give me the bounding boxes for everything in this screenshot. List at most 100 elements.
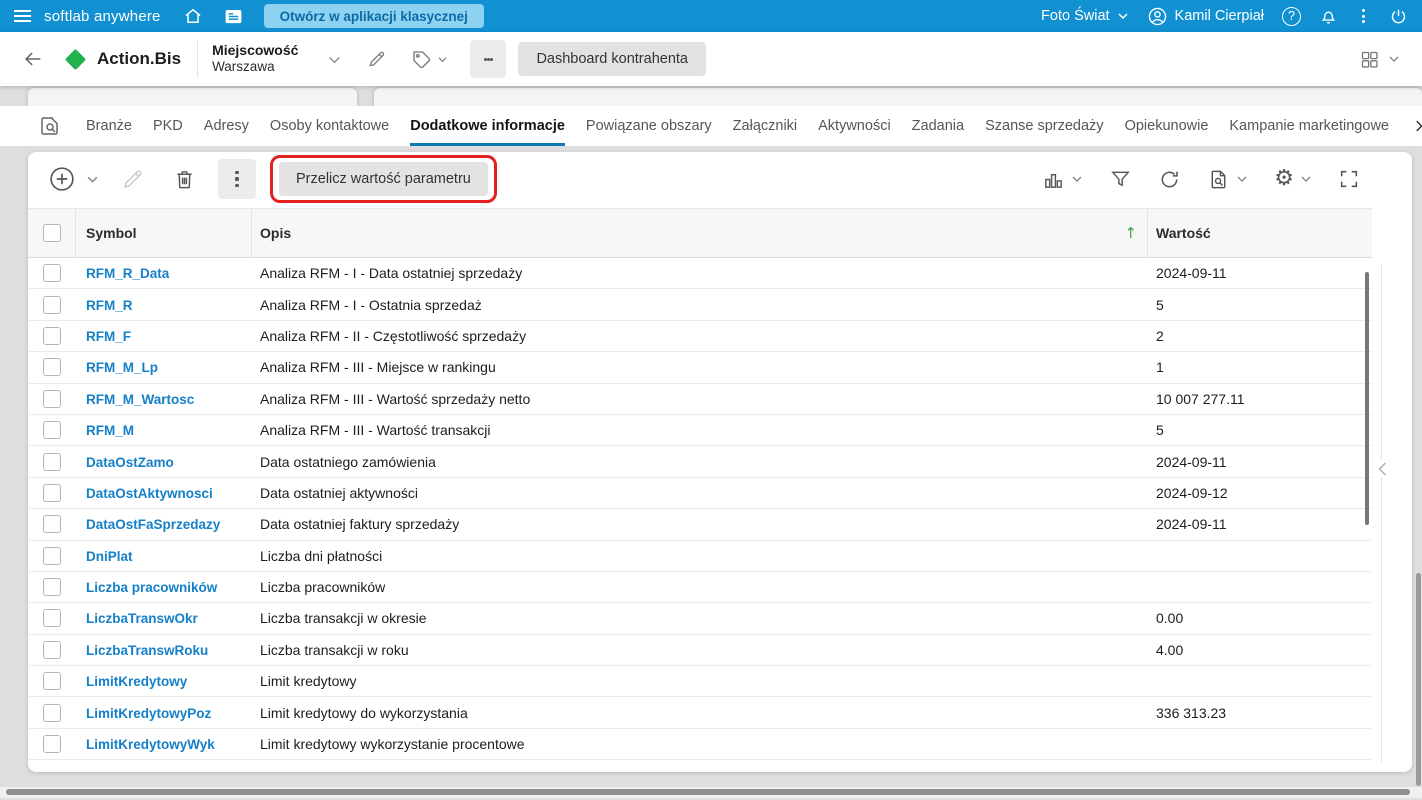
- row-checkbox[interactable]: [43, 672, 61, 691]
- delete-trash-icon[interactable]: [173, 168, 196, 191]
- header-more-menu-button[interactable]: [470, 40, 507, 78]
- collapse-panel-chevron-left-icon[interactable]: [1374, 460, 1390, 478]
- news-article-icon[interactable]: [223, 6, 244, 27]
- dashboard-kontrahenta-button[interactable]: Dashboard kontrahenta: [518, 42, 706, 76]
- tab-item[interactable]: Zadania: [912, 106, 964, 146]
- row-checkbox[interactable]: [43, 515, 61, 534]
- recalc-parameter-button[interactable]: Przelicz wartość parametru: [279, 162, 488, 196]
- select-all-checkbox[interactable]: [42, 224, 61, 242]
- tab-item[interactable]: Kampanie marketingowe: [1229, 106, 1389, 146]
- refresh-button[interactable]: [1158, 168, 1181, 191]
- row-checkbox[interactable]: [43, 546, 61, 565]
- table-row[interactable]: LimitKredytowy Limit kredytowy: [28, 666, 1372, 698]
- table-row[interactable]: LiczbaTranswOkr Liczba transakcji w okre…: [28, 603, 1372, 635]
- row-checkbox[interactable]: [43, 609, 61, 628]
- table-row[interactable]: RFM_M Analiza RFM - III - Wartość transa…: [28, 414, 1372, 447]
- tabs-overflow-chevron-right-icon[interactable]: [1410, 117, 1422, 135]
- edit-record-pencil-icon[interactable]: [121, 167, 145, 191]
- row-checkbox[interactable]: [43, 578, 61, 597]
- symbol-link[interactable]: LimitKredytowyWyk: [86, 737, 215, 752]
- symbol-link[interactable]: LimitKredytowy: [86, 674, 187, 689]
- power-logout-icon[interactable]: [1389, 7, 1408, 26]
- row-checkbox[interactable]: [43, 421, 61, 440]
- expand-chevron-down-icon[interactable]: [326, 51, 343, 68]
- row-checkbox[interactable]: [43, 264, 61, 283]
- row-checkbox[interactable]: [43, 452, 61, 471]
- topbar-more-menu-icon[interactable]: [1356, 7, 1371, 25]
- grid-settings-button[interactable]: ⚙: [1274, 168, 1312, 190]
- row-checkbox[interactable]: [43, 735, 61, 754]
- help-icon[interactable]: ?: [1282, 6, 1301, 26]
- table-row[interactable]: RFM_M_Wartosc Analiza RFM - III - Wartoś…: [28, 383, 1372, 415]
- tab-item[interactable]: Szanse sprzedaży: [985, 106, 1103, 146]
- row-checkbox[interactable]: [43, 389, 61, 408]
- symbol-link[interactable]: LimitKredytowyPoz: [86, 706, 211, 721]
- search-in-tabs-icon[interactable]: [38, 114, 62, 138]
- page-horizontal-scrollbar[interactable]: [0, 787, 1422, 798]
- symbol-link[interactable]: RFM_R_Data: [86, 266, 169, 281]
- tab-item[interactable]: Osoby kontaktowe: [270, 106, 389, 146]
- sort-ascending-icon[interactable]: ↑: [1124, 224, 1137, 242]
- row-checkbox[interactable]: [43, 358, 61, 377]
- edit-pencil-icon[interactable]: [367, 49, 387, 69]
- table-row[interactable]: LimitKredytowyWyk Limit kredytowy wykorz…: [28, 728, 1372, 761]
- table-row[interactable]: DniPlat Liczba dni płatności: [28, 540, 1372, 572]
- table-row[interactable]: RFM_F Analiza RFM - II - Częstotliwość s…: [28, 320, 1372, 353]
- row-checkbox[interactable]: [43, 640, 61, 659]
- notifications-bell-icon[interactable]: [1319, 7, 1338, 26]
- symbol-link[interactable]: RFM_M_Lp: [86, 360, 158, 375]
- symbol-link[interactable]: RFM_F: [86, 329, 131, 344]
- add-record-chevron-down-icon[interactable]: [86, 173, 99, 186]
- symbol-link[interactable]: RFM_R: [86, 298, 133, 313]
- tab-item[interactable]: Załączniki: [733, 106, 797, 146]
- symbol-link[interactable]: DataOstFaSprzedazy: [86, 517, 220, 532]
- column-header-symbol[interactable]: Symbol: [76, 209, 252, 257]
- tags-button[interactable]: [411, 49, 448, 70]
- symbol-link[interactable]: LiczbaTranswRoku: [86, 643, 208, 658]
- symbol-link[interactable]: DataOstZamo: [86, 455, 174, 470]
- tab-item[interactable]: Dodatkowe informacje: [410, 106, 565, 146]
- table-row[interactable]: RFM_M_Lp Analiza RFM - III - Miejsce w r…: [28, 352, 1372, 384]
- grid-more-menu-button[interactable]: [218, 159, 256, 199]
- symbol-link[interactable]: DataOstAktywnosci: [86, 486, 213, 501]
- symbol-link[interactable]: Liczba pracowników: [86, 580, 217, 595]
- table-row[interactable]: DataOstFaSprzedazy Data ostatniej faktur…: [28, 509, 1372, 541]
- tab-item[interactable]: Adresy: [204, 106, 249, 146]
- tab-item[interactable]: Aktywności: [818, 106, 891, 146]
- row-checkbox[interactable]: [43, 295, 61, 314]
- report-preview-button[interactable]: [1207, 168, 1248, 191]
- row-checkbox[interactable]: [43, 703, 61, 722]
- table-row[interactable]: LimitKredytowyPoz Limit kredytowy do wyk…: [28, 697, 1372, 729]
- chart-view-button[interactable]: [1042, 168, 1083, 191]
- table-row[interactable]: RFM_R Analiza RFM - I - Ostatnia sprzeda…: [28, 289, 1372, 321]
- symbol-link[interactable]: DniPlat: [86, 549, 133, 564]
- table-vertical-scrollbar[interactable]: [1365, 272, 1369, 525]
- symbol-link[interactable]: LiczbaTranswOkr: [86, 611, 198, 626]
- column-header-wartosc[interactable]: Wartość: [1148, 209, 1372, 257]
- filter-button[interactable]: [1109, 168, 1132, 191]
- back-arrow-icon[interactable]: [22, 48, 44, 70]
- open-classic-app-button[interactable]: Otwórz w aplikacji klasycznej: [263, 4, 484, 28]
- tab-item[interactable]: Opiekunowie: [1125, 106, 1209, 146]
- table-row[interactable]: RFM_R_Data Analiza RFM - I - Data ostatn…: [28, 258, 1372, 290]
- company-selector[interactable]: Foto Świat: [1041, 8, 1129, 24]
- home-icon[interactable]: [183, 6, 203, 26]
- user-menu[interactable]: Kamil Cierpiał: [1147, 6, 1264, 27]
- row-checkbox[interactable]: [43, 483, 61, 502]
- table-row[interactable]: DataOstZamo Data ostatniego zamówienia 2…: [28, 446, 1372, 478]
- fullscreen-button[interactable]: [1338, 168, 1360, 190]
- page-horizontal-scrollbar-thumb[interactable]: [6, 789, 1410, 795]
- hamburger-menu-icon[interactable]: [14, 10, 31, 22]
- tab-item[interactable]: PKD: [153, 106, 183, 146]
- table-row[interactable]: DataOstAktywnosci Data ostatniej aktywno…: [28, 477, 1372, 510]
- layout-switcher[interactable]: [1359, 49, 1400, 70]
- row-checkbox[interactable]: [43, 326, 61, 345]
- tab-item[interactable]: Powiązane obszary: [586, 106, 712, 146]
- table-row[interactable]: LiczbaTranswRoku Liczba transakcji w rok…: [28, 634, 1372, 667]
- column-header-opis[interactable]: Opis ↑: [252, 209, 1148, 257]
- symbol-link[interactable]: RFM_M_Wartosc: [86, 392, 194, 407]
- table-row[interactable]: Liczba pracowników Liczba pracowników: [28, 571, 1372, 604]
- page-vertical-scrollbar[interactable]: [1416, 573, 1421, 786]
- add-record-icon[interactable]: [48, 165, 76, 193]
- symbol-link[interactable]: RFM_M: [86, 423, 134, 438]
